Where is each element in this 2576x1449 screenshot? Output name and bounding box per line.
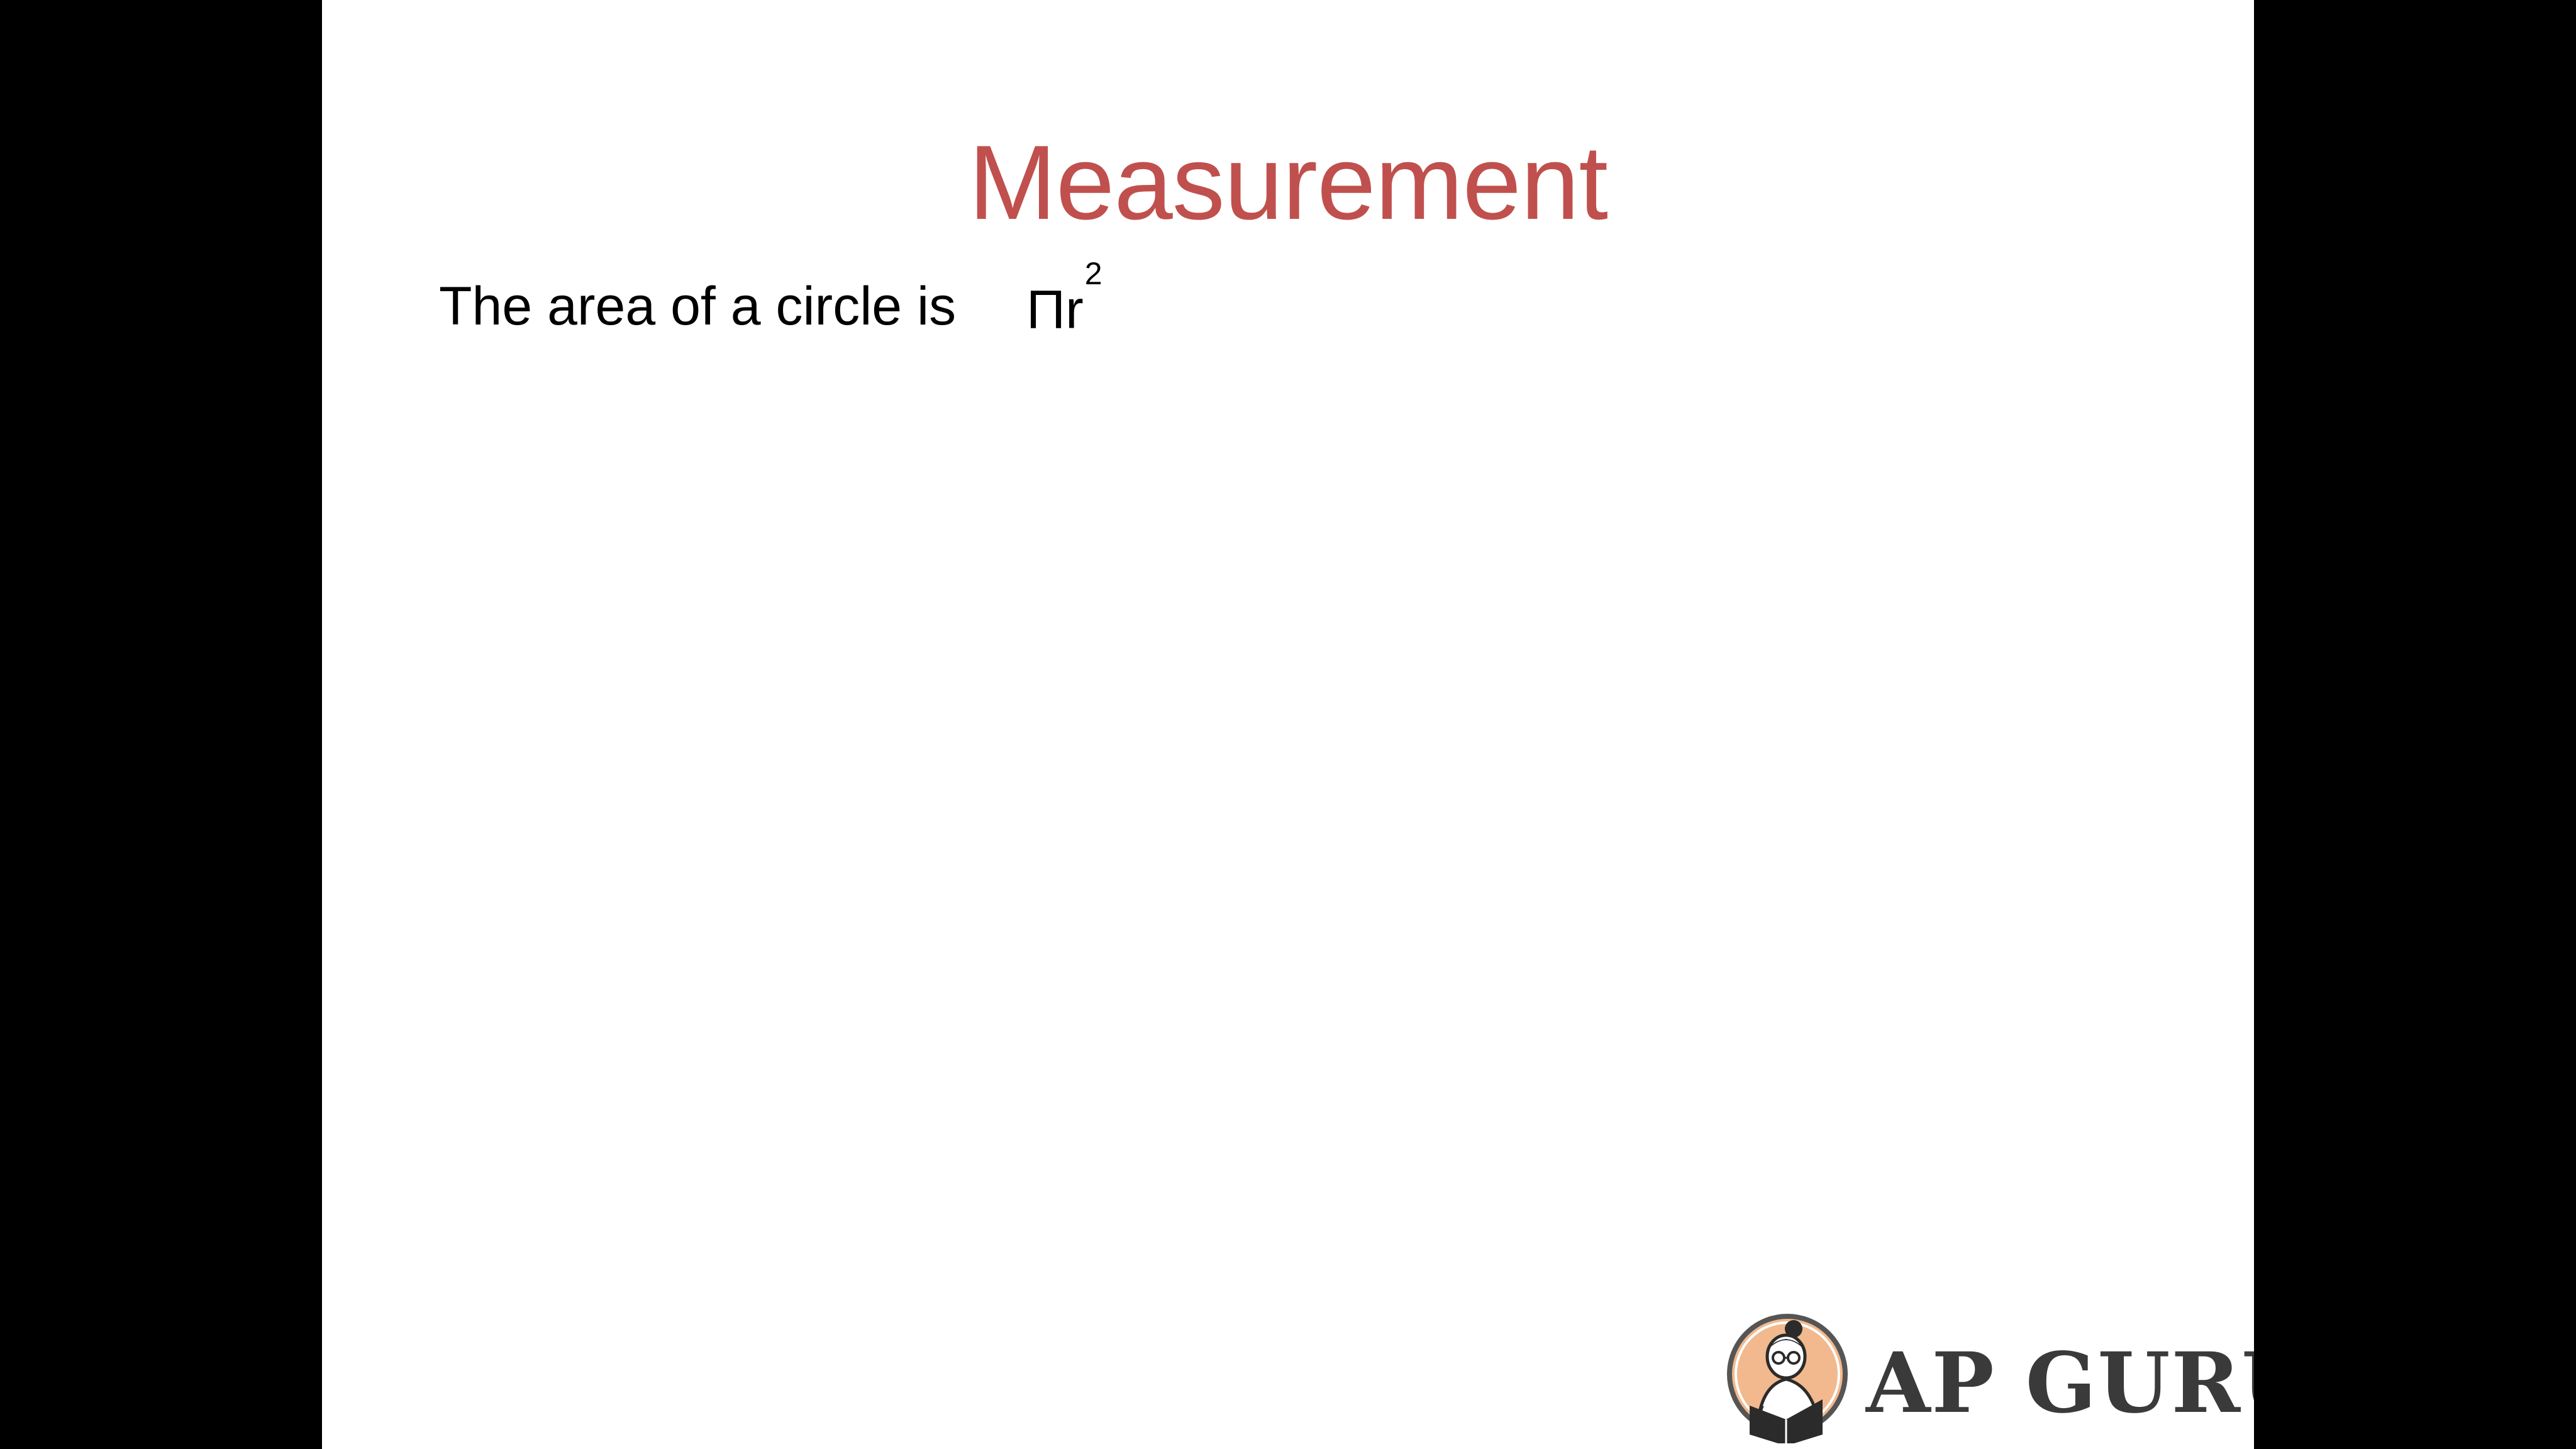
body-text: The area of a circle is (439, 276, 957, 336)
slide: Measurement The area of a circle is Πr2 (322, 0, 2254, 1449)
area-formula: Πr2 (1026, 256, 1102, 345)
ap-guru-logo: AP GURU (1724, 1311, 2254, 1449)
radius-variable: r (1065, 279, 1084, 340)
presentation-stage: Measurement The area of a circle is Πr2 (0, 0, 2576, 1449)
reading-guru-icon (1727, 1314, 1848, 1443)
slide-title: Measurement (968, 123, 1608, 242)
pi-symbol: Π (1026, 279, 1066, 340)
logo-text: AP GURU (1866, 1335, 2254, 1432)
exponent: 2 (1084, 256, 1102, 291)
